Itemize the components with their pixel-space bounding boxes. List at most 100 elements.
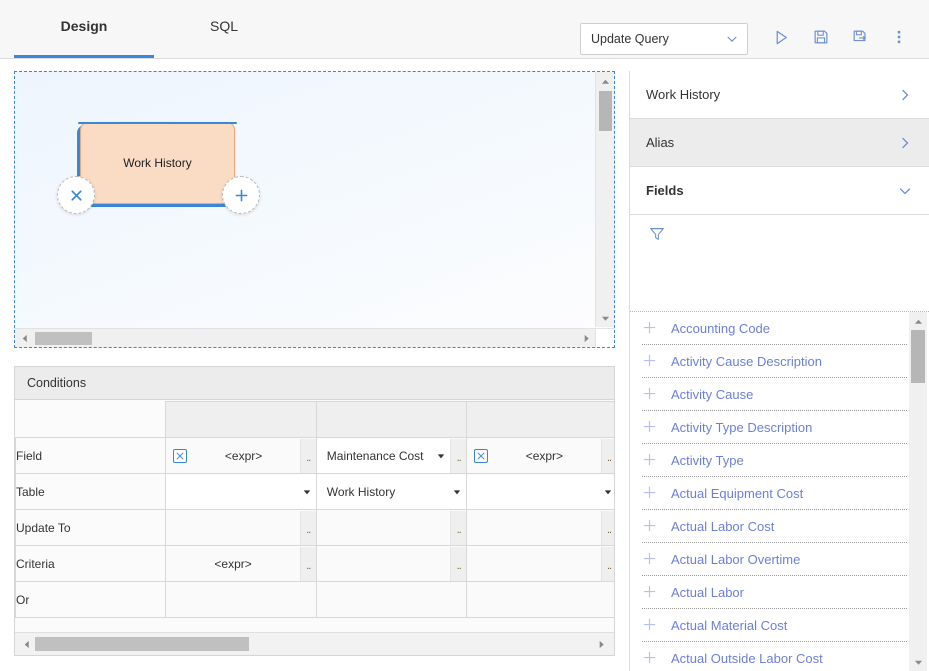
field-cell-col2[interactable]: Maintenance Cost .. bbox=[315, 437, 468, 474]
update-to-cell-col2[interactable]: .. bbox=[315, 509, 468, 546]
grid-row-field: Field <expr> .. Maintenance Cost .. <exp… bbox=[15, 437, 614, 474]
field-list-item[interactable]: Accounting Code bbox=[642, 312, 907, 345]
field-list-item[interactable]: Actual Labor bbox=[642, 576, 907, 609]
more-options-button[interactable] bbox=[879, 22, 918, 52]
remove-table-button[interactable] bbox=[57, 176, 95, 214]
canvas-scroll-corner bbox=[595, 328, 614, 347]
plus-icon[interactable] bbox=[642, 584, 658, 600]
plus-icon[interactable] bbox=[642, 320, 658, 336]
funnel-filter-icon[interactable] bbox=[648, 225, 666, 243]
triangle-up-icon[interactable] bbox=[909, 312, 927, 330]
field-list-item-label: Actual Labor Overtime bbox=[671, 551, 801, 567]
save-button[interactable] bbox=[801, 22, 840, 52]
triangle-left-icon[interactable] bbox=[15, 329, 33, 347]
expression-checkbox-icon[interactable] bbox=[173, 448, 188, 463]
fields-vscroll-thumb[interactable] bbox=[911, 330, 925, 383]
plus-icon[interactable] bbox=[642, 419, 658, 435]
plus-icon[interactable] bbox=[642, 650, 658, 666]
update-to-cell-col1[interactable]: .. bbox=[165, 509, 317, 546]
criteria-cell-col2[interactable]: .. bbox=[315, 545, 468, 582]
conditions-grid: Field <expr> .. Maintenance Cost .. <exp… bbox=[15, 401, 614, 618]
field-list-item[interactable]: Activity Cause bbox=[642, 378, 907, 411]
field-list-item-label: Actual Labor Cost bbox=[671, 518, 775, 534]
table-cell-col3[interactable] bbox=[466, 473, 614, 510]
triangle-down-icon[interactable] bbox=[909, 653, 927, 671]
update-to-ellipsis-col2[interactable]: .. bbox=[450, 510, 466, 545]
tab-design[interactable]: Design bbox=[14, 0, 154, 58]
plus-icon[interactable] bbox=[642, 617, 658, 633]
criteria-cell-col3[interactable]: .. bbox=[466, 545, 614, 582]
criteria-cell-col1[interactable]: <expr> .. bbox=[165, 545, 317, 582]
table-dropdown-caret-col3[interactable] bbox=[599, 475, 614, 509]
triangle-left-icon[interactable] bbox=[17, 633, 35, 655]
or-cell-col2[interactable] bbox=[315, 581, 468, 618]
table-node-work-history[interactable]: Work History bbox=[78, 122, 237, 204]
query-type-select[interactable]: Update Query bbox=[580, 23, 748, 55]
triangle-right-icon[interactable] bbox=[577, 329, 595, 347]
field-cell-col1[interactable]: <expr> .. bbox=[165, 437, 317, 474]
grid-column-header-2[interactable] bbox=[315, 401, 468, 438]
fields-vertical-scrollbar[interactable] bbox=[909, 312, 927, 671]
plus-icon[interactable] bbox=[642, 353, 658, 369]
chevron-down-icon bbox=[725, 32, 739, 46]
criteria-value-col1: <expr> bbox=[214, 556, 252, 571]
field-list-item[interactable]: Actual Material Cost bbox=[642, 609, 907, 642]
canvas-vertical-scrollbar[interactable] bbox=[595, 72, 614, 327]
plus-icon[interactable] bbox=[642, 452, 658, 468]
field-list-item-label: Accounting Code bbox=[671, 320, 771, 336]
plus-icon[interactable] bbox=[642, 485, 658, 501]
table-dropdown-caret-col1[interactable] bbox=[298, 475, 315, 509]
field-list-item[interactable]: Actual Labor Cost bbox=[642, 510, 907, 543]
update-to-ellipsis-col3[interactable]: .. bbox=[600, 510, 614, 545]
field-list-item[interactable]: Actual Equipment Cost bbox=[642, 477, 907, 510]
table-cell-col1[interactable] bbox=[165, 473, 317, 510]
field-dropdown-caret-col2[interactable] bbox=[432, 439, 450, 473]
field-ellipsis-col1[interactable]: .. bbox=[299, 438, 316, 473]
add-table-button[interactable] bbox=[222, 176, 260, 214]
grid-column-header-3[interactable] bbox=[466, 401, 614, 438]
accordion-section-fields[interactable]: Fields bbox=[630, 167, 929, 215]
canvas-vscroll-thumb[interactable] bbox=[599, 91, 612, 131]
table-dropdown-caret-col2[interactable] bbox=[448, 475, 465, 509]
field-list-item[interactable]: Actual Labor Overtime bbox=[642, 543, 907, 576]
accordion-section-alias[interactable]: Alias bbox=[630, 119, 929, 167]
expression-checkbox-icon[interactable] bbox=[474, 448, 489, 463]
plus-icon[interactable] bbox=[642, 518, 658, 534]
field-list-item[interactable]: Activity Type Description bbox=[642, 411, 907, 444]
triangle-right-icon[interactable] bbox=[592, 633, 610, 655]
play-icon bbox=[772, 28, 791, 47]
triangle-up-icon[interactable] bbox=[596, 72, 614, 90]
field-list-item[interactable]: Activity Type bbox=[642, 444, 907, 477]
plus-icon[interactable] bbox=[642, 551, 658, 567]
field-list-item[interactable]: Actual Outside Labor Cost bbox=[642, 642, 907, 671]
canvas-hscroll-thumb[interactable] bbox=[35, 332, 92, 345]
save-as-button[interactable] bbox=[840, 22, 879, 52]
update-to-ellipsis-col1[interactable]: .. bbox=[299, 510, 316, 545]
update-to-cell-col3[interactable]: .. bbox=[466, 509, 614, 546]
field-ellipsis-col3[interactable]: .. bbox=[600, 438, 614, 473]
criteria-ellipsis-col3[interactable]: .. bbox=[600, 546, 614, 581]
design-canvas[interactable]: Work History bbox=[14, 71, 615, 348]
criteria-ellipsis-col2[interactable]: .. bbox=[450, 546, 466, 581]
table-cell-col2[interactable]: Work History bbox=[315, 473, 468, 510]
conditions-horizontal-scrollbar[interactable] bbox=[15, 632, 614, 655]
run-query-button[interactable] bbox=[762, 22, 801, 52]
field-value-col3: <expr> bbox=[525, 448, 564, 463]
field-list-item-label: Activity Cause bbox=[671, 386, 754, 402]
conditions-hscroll-thumb[interactable] bbox=[35, 637, 249, 651]
triangle-down-icon[interactable] bbox=[596, 309, 614, 327]
plus-icon[interactable] bbox=[642, 386, 658, 402]
canvas-surface[interactable]: Work History bbox=[15, 72, 594, 327]
field-cell-col3[interactable]: <expr> .. bbox=[466, 437, 614, 474]
toolbar: Design SQL Update Query bbox=[0, 0, 929, 59]
row-label-criteria: Criteria bbox=[15, 545, 167, 582]
criteria-ellipsis-col1[interactable]: .. bbox=[299, 546, 316, 581]
or-cell-col1[interactable] bbox=[165, 581, 317, 618]
grid-column-header-1[interactable] bbox=[165, 401, 317, 438]
or-cell-col3[interactable] bbox=[466, 581, 614, 618]
canvas-horizontal-scrollbar[interactable] bbox=[15, 328, 595, 347]
field-list-item[interactable]: Activity Cause Description bbox=[642, 345, 907, 378]
tab-sql[interactable]: SQL bbox=[154, 0, 294, 58]
field-ellipsis-col2[interactable]: .. bbox=[450, 438, 466, 473]
accordion-section-work-history[interactable]: Work History bbox=[630, 71, 929, 119]
